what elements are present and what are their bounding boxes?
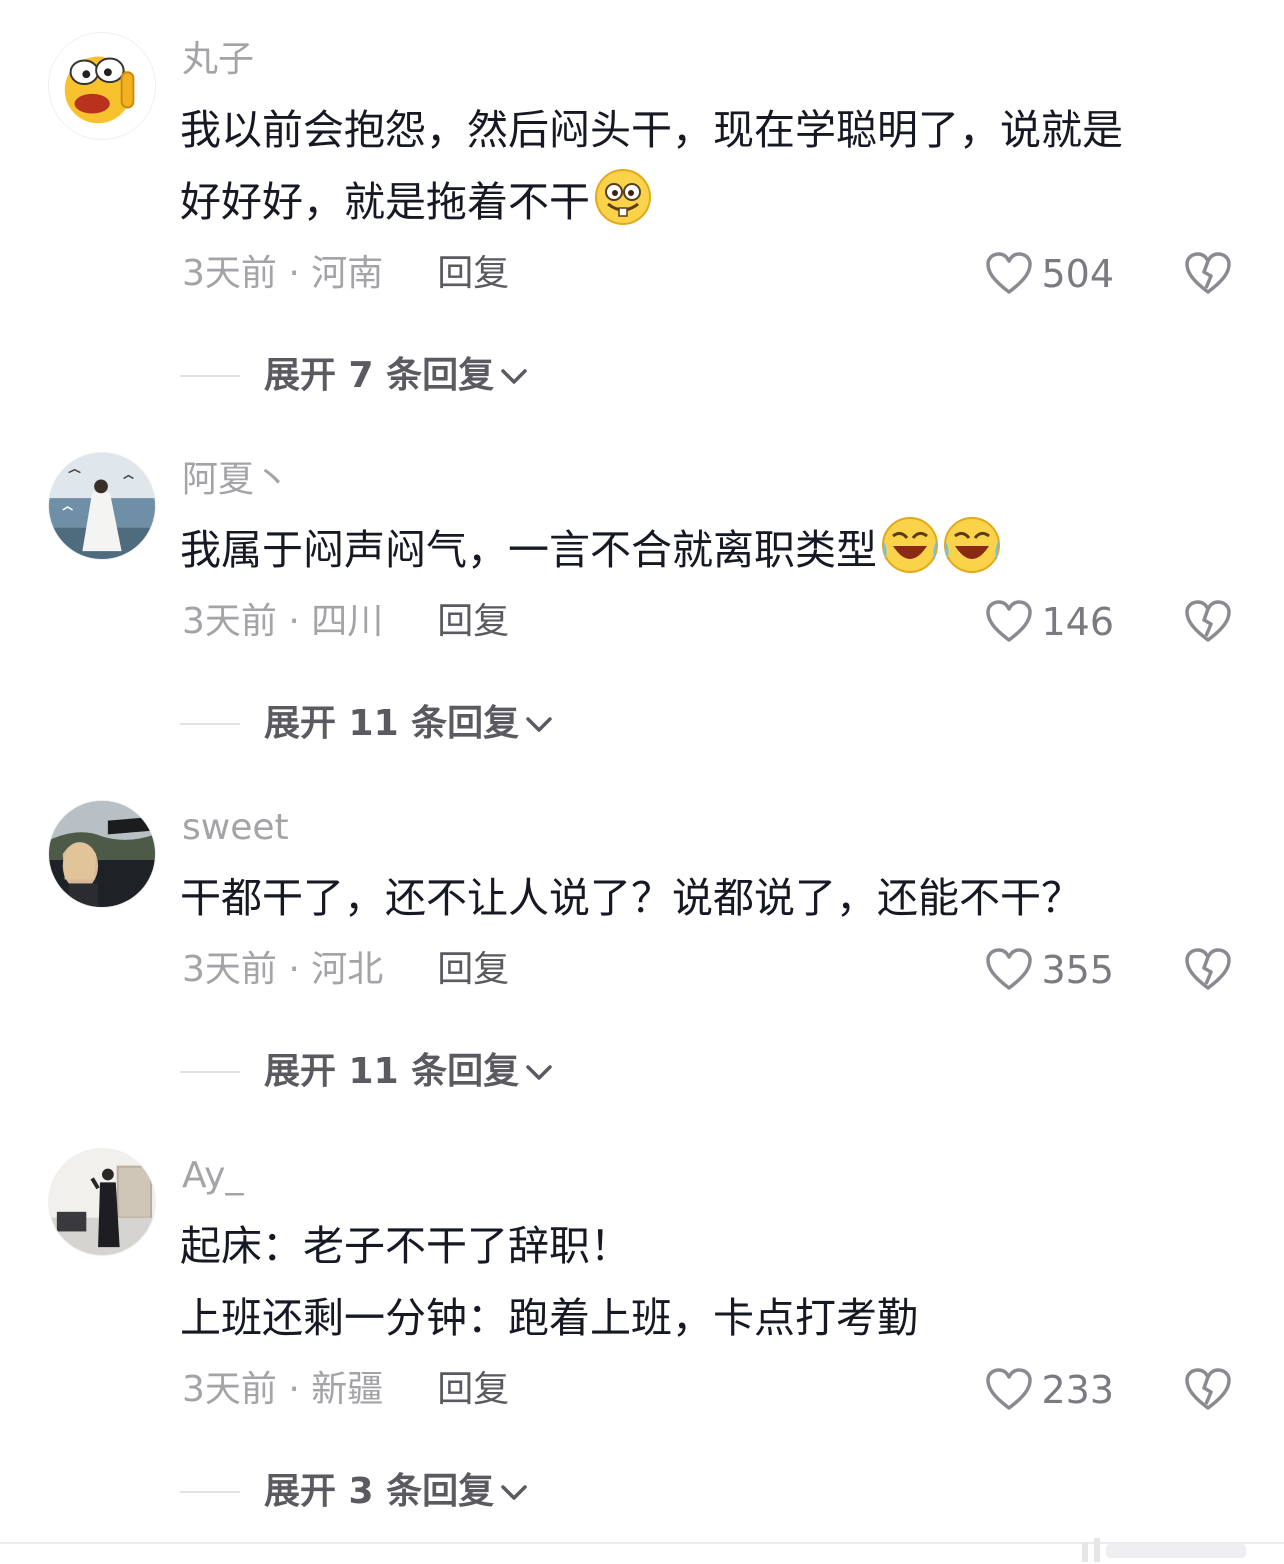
time-location: 3天前 · 新疆 [182, 1369, 384, 1410]
comment-line-with-emoji: 好好好，就是拖着不干 [180, 166, 1230, 238]
broken-heart-icon [1185, 252, 1231, 294]
heart-icon [986, 1368, 1033, 1410]
user-avatar[interactable] [48, 1148, 156, 1256]
expand-replies[interactable]: 展开 3 条回复 [180, 1470, 530, 1514]
chevron-down-icon [526, 717, 552, 732]
divider-line [180, 1491, 240, 1493]
user-avatar[interactable] [48, 800, 156, 908]
reply-button[interactable]: 回复 [437, 948, 509, 992]
grin-emoji-icon [594, 168, 652, 226]
divider-line [180, 1071, 240, 1073]
comment-text: 干都干了，还不让人说了？说都说了，还能不干？ [180, 862, 1230, 934]
like-button[interactable]: 233 [985, 1368, 1114, 1412]
comment-item: 阿夏丶 我属于闷声闷气，一言不合就离职类型 3天前 · 四川 回复 146 展开… [0, 420, 1284, 768]
comment-line: 上班还剩一分钟：跑着上班，卡点打考勤 [180, 1294, 918, 1342]
comment-line: 起床：老子不干了辞职！ [180, 1222, 631, 1270]
expand-label: 展开 7 条回复 [264, 355, 495, 396]
broken-heart-icon [1185, 948, 1231, 990]
user-avatar[interactable] [48, 452, 156, 560]
dislike-button[interactable] [1184, 252, 1232, 296]
comment-line: 我属于闷声闷气，一言不合就离职类型 [180, 526, 877, 574]
expand-label: 展开 11 条回复 [264, 703, 520, 744]
comment-item: Ay_ 起床：老子不干了辞职！ 上班还剩一分钟：跑着上班，卡点打考勤 3天前 ·… [0, 1116, 1284, 1512]
time-location: 3天前 · 河北 [182, 949, 384, 990]
comment-list: 丸子 我以前会抱怨，然后闷头干，现在学聪明了，说就是 好好好，就是拖着不干 3天… [0, 0, 1284, 1564]
like-button[interactable]: 355 [985, 948, 1114, 992]
broken-heart-icon [1185, 600, 1231, 642]
like-count: 355 [1041, 948, 1114, 992]
like-count: 233 [1041, 1368, 1114, 1412]
expand-label: 展开 3 条回复 [264, 1471, 495, 1512]
laugh-cry-emoji-icon [943, 516, 1001, 574]
dislike-button[interactable] [1184, 948, 1232, 992]
time-location: 3天前 · 河南 [182, 253, 384, 294]
broken-heart-icon [1185, 1368, 1231, 1410]
username[interactable]: Ay_ [182, 1154, 244, 1198]
divider-line [180, 723, 240, 725]
expand-label: 展开 11 条回复 [264, 1051, 520, 1092]
comment-line-with-emoji: 我属于闷声闷气，一言不合就离职类型 [180, 514, 1230, 586]
expand-replies[interactable]: 展开 11 条回复 [180, 702, 555, 746]
reply-button[interactable]: 回复 [437, 252, 509, 296]
comment-meta: 3天前 · 四川 回复 [182, 600, 509, 644]
like-count: 146 [1041, 600, 1114, 644]
surprised-emoji-avatar-icon [49, 33, 155, 139]
chevron-down-icon [526, 1065, 552, 1080]
like-button[interactable]: 504 [985, 252, 1114, 296]
watermark-logo-icon [1082, 1538, 1246, 1562]
heart-icon [986, 948, 1033, 990]
expand-replies[interactable]: 展开 11 条回复 [180, 1050, 555, 1094]
comment-text: 起床：老子不干了辞职！ 上班还剩一分钟：跑着上班，卡点打考勤 [180, 1210, 1230, 1354]
user-avatar[interactable] [48, 32, 156, 140]
room-selfie-avatar-icon [49, 1149, 155, 1255]
dislike-button[interactable] [1184, 1368, 1232, 1412]
laugh-cry-emoji-icon [881, 516, 939, 574]
comment-line: 干都干了，还不让人说了？说都说了，还能不干？ [180, 874, 1082, 922]
comment-meta: 3天前 · 河南 回复 [182, 252, 509, 296]
username[interactable]: sweet [182, 806, 289, 850]
time-location: 3天前 · 四川 [182, 601, 384, 642]
heart-icon [986, 252, 1033, 294]
comment-line: 我以前会抱怨，然后闷头干，现在学聪明了，说就是 [180, 106, 1123, 154]
dislike-button[interactable] [1184, 600, 1232, 644]
reply-button[interactable]: 回复 [437, 1368, 509, 1412]
comment-meta: 3天前 · 河北 回复 [182, 948, 509, 992]
comment-meta: 3天前 · 新疆 回复 [182, 1368, 509, 1412]
comment-item: sweet 干都干了，还不让人说了？说都说了，还能不干？ 3天前 · 河北 回复… [0, 768, 1284, 1116]
car-selfie-avatar-icon [49, 801, 155, 907]
chevron-down-icon [501, 369, 527, 384]
chevron-down-icon [501, 1485, 527, 1500]
divider-line [180, 375, 240, 377]
reply-button[interactable]: 回复 [437, 600, 509, 644]
username[interactable]: 阿夏丶 [182, 458, 290, 502]
heart-icon [986, 600, 1033, 642]
username[interactable]: 丸子 [182, 38, 254, 82]
comment-line: 好好好，就是拖着不干 [180, 178, 590, 226]
expand-replies[interactable]: 展开 7 条回复 [180, 354, 530, 398]
like-button[interactable]: 146 [985, 600, 1114, 644]
comment-text: 我属于闷声闷气，一言不合就离职类型 [180, 514, 1230, 586]
comment-item: 丸子 我以前会抱怨，然后闷头干，现在学聪明了，说就是 好好好，就是拖着不干 3天… [0, 0, 1284, 396]
seaside-photo-avatar-icon [49, 453, 155, 559]
like-count: 504 [1041, 252, 1114, 296]
comment-text: 我以前会抱怨，然后闷头干，现在学聪明了，说就是 好好好，就是拖着不干 [180, 94, 1230, 238]
